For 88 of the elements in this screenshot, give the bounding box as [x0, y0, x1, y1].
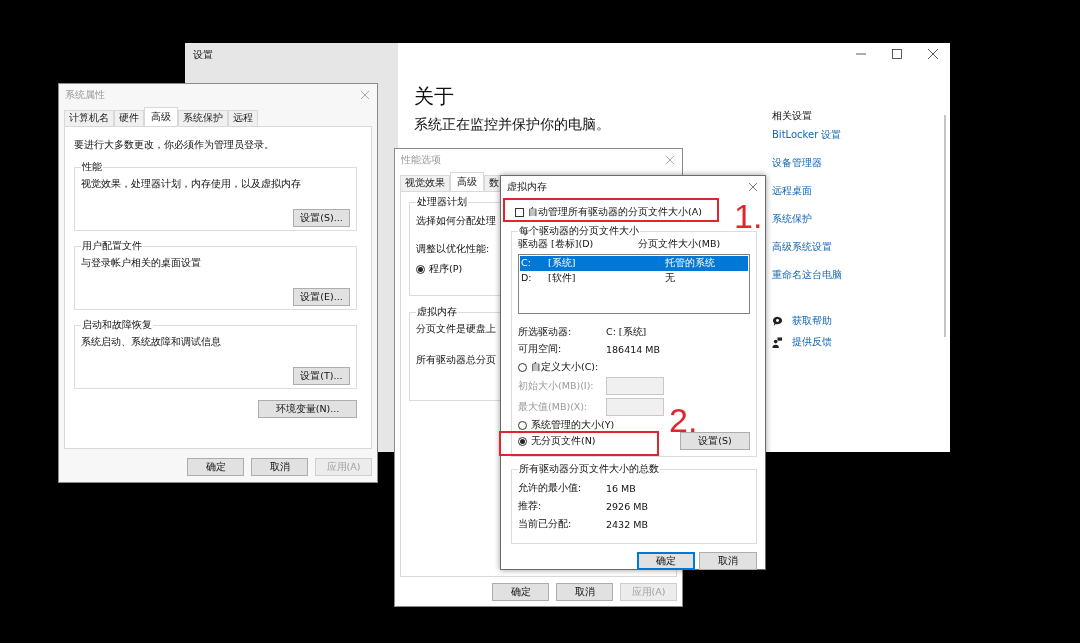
tab[interactable]: 硬件 — [114, 110, 144, 126]
settings-link[interactable]: 设备管理器 — [772, 156, 942, 170]
tab[interactable]: 系统保护 — [178, 110, 228, 126]
person-icon — [772, 336, 783, 348]
radio-label: 系统管理的大小(Y) — [531, 419, 615, 432]
group-description: 与登录帐户相关的桌面设置 — [81, 257, 202, 270]
drive-label: [系统] — [548, 257, 577, 270]
page-heading: 关于 — [414, 83, 455, 110]
info-label: 可用空间: — [518, 343, 563, 356]
radio-button[interactable] — [518, 363, 527, 372]
settings-link[interactable]: BitLocker 设置 — [772, 128, 942, 142]
info-value: 2432 MB — [606, 519, 648, 530]
group-description: 视觉效果，处理器计划，内存使用，以及虚拟内存 — [81, 178, 302, 191]
tab[interactable]: 高级 — [144, 107, 178, 126]
window-title: 设置 — [193, 49, 213, 60]
info-value: C: [系统] — [606, 326, 647, 339]
instruction-text: 要进行大多数更改，你必须作为管理员登录。 — [74, 139, 275, 152]
option-label: 调整以优化性能: — [416, 243, 490, 256]
field-label: 最大值(MB)(X): — [518, 400, 589, 414]
group-title: 启动和故障恢复 — [81, 319, 153, 332]
description-text: 所有驱动器总分页 — [416, 354, 496, 367]
help-link[interactable]: 提供反馈 — [792, 335, 832, 349]
scrollbar[interactable] — [944, 115, 946, 337]
settings-link[interactable]: 重命名这台电脑 — [772, 268, 942, 282]
radio-label: 自定义大小(C): — [531, 361, 599, 374]
drive-list[interactable]: C: [系统] 托管的系统 D: [软件] 无 — [518, 254, 750, 314]
drive-letter: D: — [521, 272, 533, 285]
dialog-button[interactable]: 确定 — [187, 458, 244, 476]
group-title: 处理器计划 — [416, 196, 468, 209]
set-button[interactable]: 设置(S) — [680, 432, 750, 450]
info-label: 所选驱动器: — [518, 326, 573, 339]
group-title: 所有驱动器分页文件大小的总数 — [518, 463, 660, 476]
drive-row[interactable]: C: [系统] 托管的系统 — [520, 256, 748, 271]
help-icon — [772, 315, 783, 327]
drive-label: [软件] — [548, 272, 577, 285]
group-title: 性能 — [81, 161, 103, 174]
group-title: 用户配置文件 — [81, 240, 143, 253]
info-value: 186414 MB — [606, 344, 660, 355]
tab[interactable]: 视觉效果 — [400, 175, 450, 191]
info-label: 推荐: — [518, 500, 543, 513]
column-header: 分页文件大小(MB) — [638, 238, 721, 251]
close-icon[interactable] — [749, 183, 757, 191]
group-description: 系统启动、系统故障和调试信息 — [81, 336, 222, 349]
settings-link[interactable]: 系统保护 — [772, 212, 942, 226]
settings-button[interactable]: 设置(S)... — [293, 209, 350, 227]
group-description: 选择如何分配处理 — [416, 215, 496, 228]
group-title: 虚拟内存 — [416, 306, 458, 319]
checkbox-label: 自动管理所有驱动器的分页文件大小(A) — [528, 206, 702, 219]
dialog-button[interactable]: 取消 — [699, 552, 757, 570]
field-label: 初始大小(MB)(I): — [518, 379, 595, 393]
tab[interactable]: 远程 — [228, 110, 258, 126]
settings-button[interactable]: 设置(T)... — [293, 367, 350, 385]
drive-letter: C: — [521, 257, 532, 270]
tab[interactable]: 高级 — [450, 172, 484, 191]
settings-link[interactable]: 远程桌面 — [772, 184, 942, 198]
drive-row[interactable]: D: [软件] 无 — [520, 271, 748, 286]
status-text: 系统正在监控并保护你的电脑。 — [414, 116, 611, 134]
paging-size: 托管的系统 — [665, 257, 715, 270]
settings-link[interactable]: 高级系统设置 — [772, 240, 942, 254]
window-title: 性能选项 — [401, 153, 441, 167]
window-title: 系统属性 — [65, 88, 105, 102]
dialog-button[interactable]: 确定 — [637, 552, 695, 570]
info-label: 允许的最小值: — [518, 482, 583, 495]
column-header: 驱动器 [卷标](D) — [518, 238, 595, 251]
maximize-icon[interactable] — [892, 49, 902, 59]
info-label: 当前已分配: — [518, 518, 573, 531]
dialog-button[interactable]: 确定 — [492, 583, 549, 601]
radio-label: 程序(P) — [429, 263, 463, 276]
paging-size: 无 — [665, 272, 675, 285]
radio-button[interactable] — [518, 436, 527, 446]
dialog-button[interactable]: 取消 — [251, 458, 308, 476]
checkbox[interactable] — [515, 208, 524, 217]
radio-label: 无分页文件(N) — [531, 434, 596, 448]
group-title: 每个驱动器的分页文件大小 — [518, 225, 640, 238]
window-title: 虚拟内存 — [507, 180, 547, 194]
settings-button[interactable]: 设置(E)... — [293, 288, 350, 306]
description-text: 分页文件是硬盘上 — [416, 323, 496, 336]
close-icon[interactable] — [928, 49, 938, 59]
tab[interactable]: 计算机名 — [64, 110, 114, 126]
environment-variables-button[interactable]: 环境变量(N)... — [258, 400, 357, 418]
info-value: 2926 MB — [606, 501, 648, 512]
radio-button[interactable] — [518, 421, 527, 430]
radio-button[interactable] — [416, 265, 425, 274]
dialog-button[interactable]: 取消 — [556, 583, 613, 601]
info-value: 16 MB — [606, 483, 636, 494]
step-number: 1. — [734, 199, 763, 233]
section-title: 相关设置 — [772, 109, 813, 123]
help-link[interactable]: 获取帮助 — [792, 314, 832, 328]
